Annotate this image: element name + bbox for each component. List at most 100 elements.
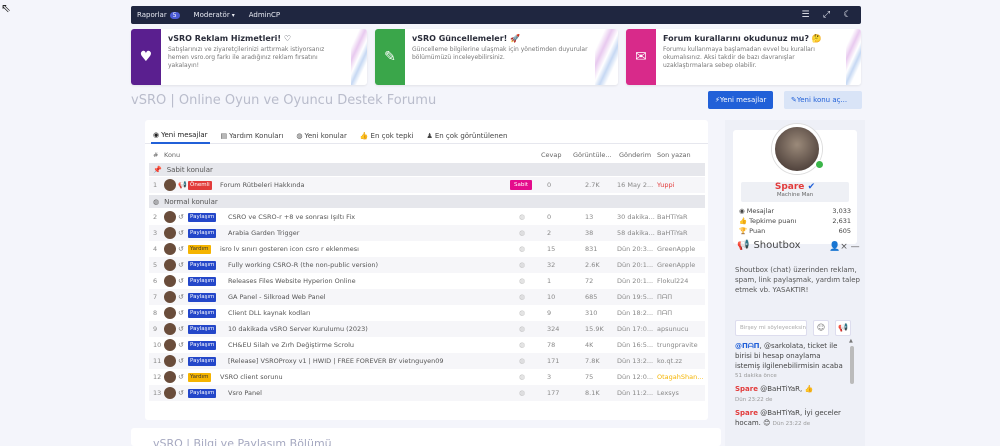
- post-date[interactable]: 16 May 2...: [617, 181, 657, 189]
- avatar[interactable]: [164, 339, 176, 351]
- thread-title[interactable]: CSRO ve CSRO-r +8 ve sonrası Işıltı Fix: [228, 213, 548, 221]
- thread-prefix[interactable]: Paylaşım: [188, 324, 217, 334]
- user-mute-icon[interactable]: 👤×: [829, 242, 848, 252]
- table-row[interactable]: 9 ↺ Paylaşım 10 dakikada vSRO Server Kurulu…: [149, 321, 705, 337]
- post-date[interactable]: Dün 20:1...: [617, 261, 657, 269]
- thread-title[interactable]: [Release] VSROProxy v1 | HWID | FREE FOR…: [228, 357, 548, 365]
- avatar[interactable]: [164, 387, 176, 399]
- last-poster[interactable]: trungpravite: [657, 341, 705, 349]
- last-poster[interactable]: apsunucu: [657, 325, 705, 333]
- new-posts-button[interactable]: ⚡ Yeni mesajlar: [708, 91, 774, 109]
- tab-new-posts[interactable]: ◉ Yeni mesajlar: [151, 128, 210, 144]
- post-date[interactable]: Dün 13:2...: [617, 357, 657, 365]
- avatar[interactable]: [164, 275, 176, 287]
- avatar[interactable]: [164, 291, 176, 303]
- post-date[interactable]: Dün 20:1...: [617, 277, 657, 285]
- post-date[interactable]: 58 dakika...: [617, 229, 657, 237]
- avatar[interactable]: [164, 227, 176, 239]
- thread-title[interactable]: Client DLL kaynak kodları: [228, 309, 548, 317]
- tab-new-threads[interactable]: ◍ Yeni konular: [294, 128, 348, 144]
- avatar[interactable]: [164, 307, 176, 319]
- last-poster[interactable]: ko.qt.zz: [657, 357, 705, 365]
- sliders-icon[interactable]: ☰: [798, 9, 813, 22]
- thread-title[interactable]: GA Panel - Silkroad Web Panel: [228, 293, 548, 301]
- avatar[interactable]: [164, 323, 176, 335]
- post-date[interactable]: Dün 18:2...: [617, 309, 657, 317]
- scroll-up-icon[interactable]: ▲: [849, 338, 853, 344]
- post-date[interactable]: Dün 20:3...: [617, 245, 657, 253]
- table-row[interactable]: 12 ↺ Yardım VSRO client sorunu ◍ 3 75 Dün 12:0.…: [149, 369, 705, 385]
- new-thread-button[interactable]: ✎ Yeni konu aç...: [784, 91, 862, 109]
- thread-title[interactable]: Vsro Panel: [228, 389, 548, 397]
- table-row[interactable]: 13 ↺ Paylaşım Vsro Panel ◍ 177 8.1K Dün 11:2...…: [149, 385, 705, 401]
- avatar[interactable]: [164, 259, 176, 271]
- post-date[interactable]: Dün 12:0...: [617, 373, 657, 381]
- post-date[interactable]: Dün 17:0...: [617, 325, 657, 333]
- last-poster[interactable]: GreenApple: [657, 245, 705, 253]
- last-poster[interactable]: Flokul224: [657, 277, 705, 285]
- thread-prefix[interactable]: Paylaşım: [188, 276, 217, 286]
- thread-prefix[interactable]: Yardım: [188, 372, 211, 382]
- collapse-icon[interactable]: —: [851, 242, 860, 252]
- table-row[interactable]: 4 ↺ Yardım isro lv sınırı gosteren icon csr…: [149, 241, 705, 257]
- emoji-icon[interactable]: ☺: [813, 320, 829, 336]
- table-row[interactable]: 7 ↺ Paylaşım GA Panel - Silkroad Web Panel ◍…: [149, 289, 705, 305]
- tab-most-viewed[interactable]: ♟ En çok görüntülenen: [425, 128, 510, 144]
- expand-icon[interactable]: ⤢: [819, 9, 834, 22]
- thread-prefix[interactable]: Paylaşım: [188, 388, 217, 398]
- tab-most-reactions[interactable]: 👍 En çok tepki: [358, 128, 416, 144]
- thread-prefix[interactable]: Paylaşım: [188, 260, 217, 270]
- moon-icon[interactable]: ☾: [840, 9, 855, 22]
- last-poster[interactable]: Lexsys: [657, 389, 705, 397]
- post-date[interactable]: Dün 19:5...: [617, 293, 657, 301]
- thread-title[interactable]: Releases Files Website Hyperion Online: [228, 277, 548, 285]
- notice-updates[interactable]: ✎ vSRO Güncellemeler! 🚀 Güncelleme bilgil…: [375, 29, 618, 85]
- avatar[interactable]: [164, 355, 176, 367]
- avatar[interactable]: [164, 211, 176, 223]
- thread-prefix[interactable]: Önemli: [188, 180, 212, 190]
- post-date[interactable]: 30 dakika...: [617, 213, 657, 221]
- last-poster[interactable]: OtagahShan...: [657, 373, 705, 381]
- thread-prefix[interactable]: Paylaşım: [188, 228, 217, 238]
- shoutbox-input[interactable]: Birşey mi söyleyeceksin: [735, 320, 807, 336]
- notice-rules[interactable]: ✉ Forum kurallarını okudunuz mu? 🤔 Forumu…: [626, 29, 861, 85]
- thread-title[interactable]: isro lv sınırı gosteren icon csro r ekle…: [220, 245, 540, 253]
- last-poster[interactable]: Yuppi: [657, 181, 705, 189]
- table-row[interactable]: 3 ↺ Paylaşım Arabia Garden Trigger ◍ 2 38 58 da…: [149, 225, 705, 241]
- table-row[interactable]: 2 ↺ Paylaşım CSRO ve CSRO-r +8 ve sonrası I…: [149, 209, 705, 225]
- thread-prefix[interactable]: Paylaşım: [188, 212, 217, 222]
- thread-title[interactable]: 10 dakikada vSRO Server Kurulumu (2023): [228, 325, 548, 333]
- thread-title[interactable]: CH&EU Silah ve Zırh Değiştirme Scrolu: [228, 341, 548, 349]
- nav-item-reports[interactable]: Raporlar 5: [137, 11, 180, 19]
- avatar[interactable]: [164, 371, 176, 383]
- thread-title[interactable]: Fully working CSRO-R (the non-public ver…: [228, 261, 548, 269]
- shoutbox-scrollbar[interactable]: [850, 346, 854, 384]
- nav-item-moderator[interactable]: Moderatör ▾: [194, 11, 235, 19]
- last-poster[interactable]: BaHTiYaR: [657, 229, 705, 237]
- thread-title[interactable]: Forum Rütbeleri Hakkında: [220, 181, 520, 189]
- thread-prefix[interactable]: Paylaşım: [188, 292, 217, 302]
- table-row[interactable]: 11 ↺ Paylaşım [Release] VSROProxy v1 | HWID…: [149, 353, 705, 369]
- thread-title[interactable]: Arabia Garden Trigger: [228, 229, 548, 237]
- thread-prefix[interactable]: Paylaşım: [188, 308, 217, 318]
- avatar[interactable]: [164, 243, 176, 255]
- last-poster[interactable]: ΠᗩΠ: [657, 293, 705, 302]
- last-poster[interactable]: GreenApple: [657, 261, 705, 269]
- avatar[interactable]: [164, 179, 176, 191]
- thread-prefix[interactable]: Paylaşım: [188, 340, 217, 350]
- thread-prefix[interactable]: Yardım: [188, 244, 211, 254]
- last-poster[interactable]: BaHTiYaR: [657, 213, 705, 221]
- post-date[interactable]: Dün 11:2...: [617, 389, 657, 397]
- thread-prefix[interactable]: Paylaşım: [188, 356, 217, 366]
- table-row[interactable]: 10 ↺ Paylaşım CH&EU Silah ve Zırh Değiştirm…: [149, 337, 705, 353]
- send-megaphone-icon[interactable]: 📢: [835, 320, 851, 336]
- post-date[interactable]: Dün 16:5...: [617, 341, 657, 349]
- last-poster[interactable]: ΠᗩΠ: [657, 309, 705, 318]
- table-row[interactable]: 1 📢 Önemli Forum Rütbeleri Hakkında Sabit 0 2.…: [149, 177, 705, 193]
- nav-item-admincp[interactable]: AdminCP: [249, 11, 280, 19]
- table-row[interactable]: 5 ↺ Paylaşım Fully working CSRO-R (the non-…: [149, 257, 705, 273]
- profile-username[interactable]: Spare ✔: [741, 182, 849, 192]
- thread-title[interactable]: VSRO client sorunu: [220, 373, 540, 381]
- table-row[interactable]: 8 ↺ Paylaşım Client DLL kaynak kodları ◍ 9 310…: [149, 305, 705, 321]
- notice-ads[interactable]: ♥ vSRO Reklam Hizmetleri! ♡ Satışlarınızı…: [131, 29, 367, 85]
